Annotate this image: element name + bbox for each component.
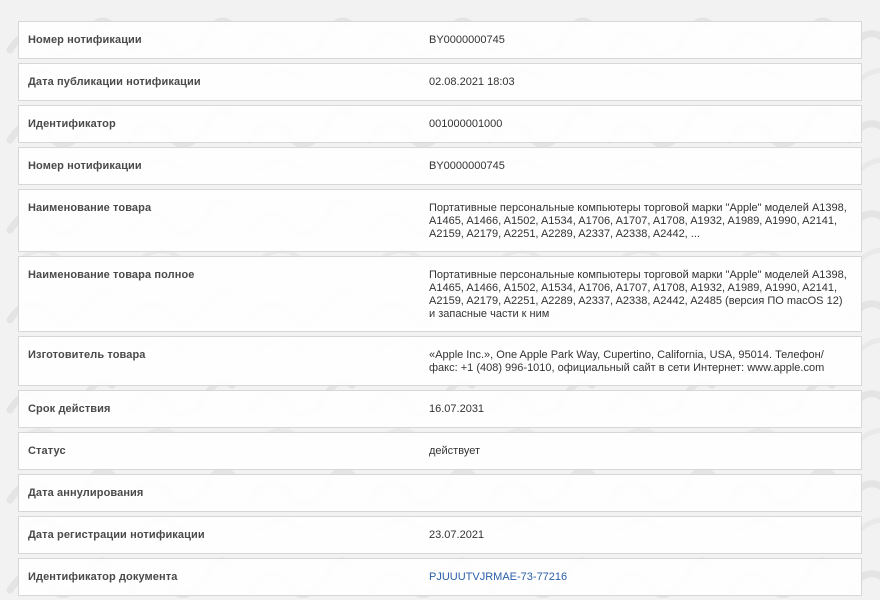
table-row: Статус действует — [18, 432, 862, 470]
field-label: Идентификатор — [28, 118, 116, 130]
field-value: 16.07.2031 — [429, 403, 485, 415]
field-label: Статус — [28, 445, 66, 457]
field-label: Срок действия — [28, 403, 111, 415]
field-value: BY0000000745 — [429, 34, 505, 46]
field-label: Дата аннулирования — [28, 487, 144, 499]
table-row: Дата регистрации нотификации 23.07.2021 — [18, 516, 862, 554]
table-row: Дата аннулирования — [18, 474, 862, 512]
field-label: Наименование товара полное — [28, 269, 195, 281]
table-row: Идентификатор документа PJUUUTVJRMAE-73-… — [18, 558, 862, 596]
field-value — [419, 475, 861, 511]
field-value: Портативные персональные компьютеры торг… — [429, 202, 847, 240]
table-row: Дата публикации нотификации 02.08.2021 1… — [18, 63, 862, 101]
field-label: Изготовитель товара — [28, 349, 146, 361]
field-label: Номер нотификации — [28, 160, 142, 172]
table-row: Наименование товара полное Портативные п… — [18, 256, 862, 332]
status-value: действует — [429, 445, 480, 457]
field-value: 02.08.2021 18:03 — [429, 76, 515, 88]
field-label: Номер нотификации — [28, 34, 142, 46]
table-row: Наименование товара Портативные персонал… — [18, 189, 862, 252]
table-row: Срок действия 16.07.2031 — [18, 390, 862, 428]
field-label: Дата регистрации нотификации — [28, 529, 205, 541]
field-label: Идентификатор документа — [28, 571, 178, 583]
field-value: «Apple Inc.», One Apple Park Way, Cupert… — [429, 349, 825, 374]
table-row: Изготовитель товара «Apple Inc.», One Ap… — [18, 336, 862, 386]
table-row: Номер нотификации BY0000000745 — [18, 147, 862, 185]
field-label: Наименование товара — [28, 202, 152, 214]
document-id-link[interactable]: PJUUUTVJRMAE-73-77216 — [419, 559, 861, 595]
field-value: BY0000000745 — [429, 160, 505, 172]
table-row: Идентификатор 001000001000 — [18, 105, 862, 143]
field-label: Дата публикации нотификации — [28, 76, 201, 88]
notification-details-table: Номер нотификации BY0000000745 Дата публ… — [18, 21, 862, 600]
field-value: 001000001000 — [429, 118, 503, 130]
field-value: 23.07.2021 — [429, 529, 485, 541]
field-value: Портативные персональные компьютеры торг… — [429, 269, 847, 320]
table-row: Номер нотификации BY0000000745 — [18, 21, 862, 59]
